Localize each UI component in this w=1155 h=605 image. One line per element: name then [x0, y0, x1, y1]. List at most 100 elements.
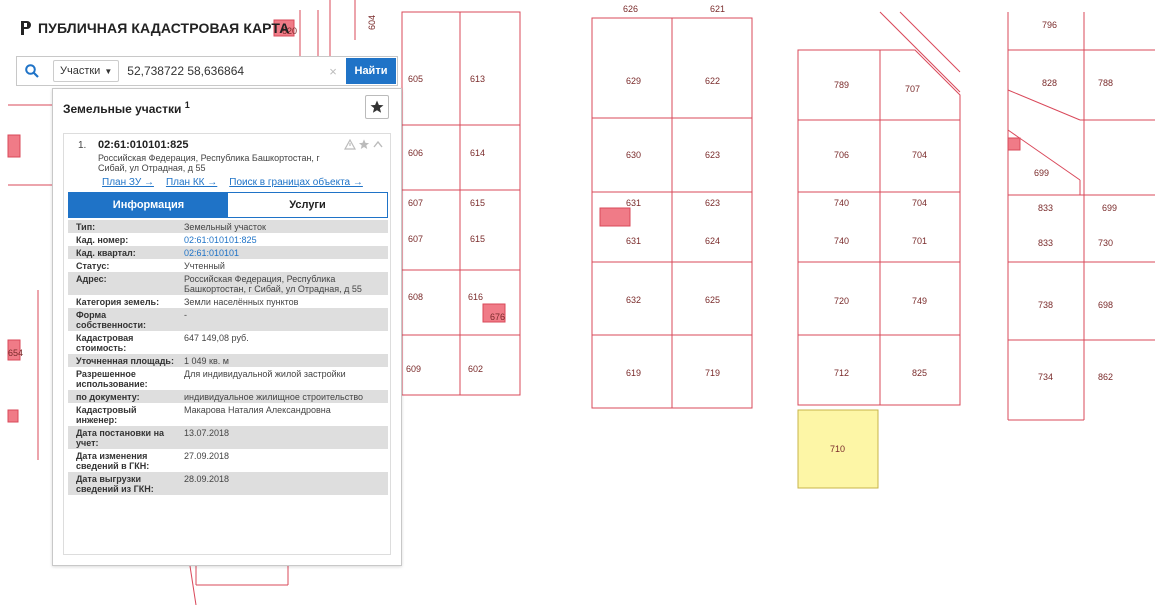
attribute-key: Статус: [76, 261, 110, 271]
result-index: 1. [78, 140, 87, 151]
parcel-label: 734 [1038, 372, 1053, 382]
red-block[interactable] [1007, 137, 1021, 151]
red-block[interactable] [599, 207, 631, 227]
attribute-key: Тип: [76, 222, 96, 232]
attribute-row: Уточненная площадь: 1 049 кв. м [68, 354, 388, 367]
attribute-value: 1 049 кв. м [184, 356, 229, 366]
search-bar: Участки ▼ × Найти [16, 56, 398, 86]
parcel-boundary [879, 11, 961, 93]
search-input[interactable] [119, 59, 326, 83]
parcel-label: 796 [1042, 20, 1057, 30]
parcel-label: 626 [623, 4, 638, 14]
tab-services[interactable]: Услуги [228, 193, 387, 217]
parcel-label: 631 [626, 198, 641, 208]
parcel-label: 604 [367, 15, 377, 30]
parcel-label: 738 [1038, 300, 1053, 310]
parcel-label: 631 [626, 236, 641, 246]
parcel-label: 833 [1038, 238, 1053, 248]
attribute-value: Земельный участок [184, 222, 266, 232]
parcel-label: 699 [1034, 168, 1049, 178]
attribute-value[interactable]: 02:61:010101 [180, 246, 388, 259]
parcel-label: 704 [912, 150, 927, 160]
clear-icon[interactable]: × [326, 64, 340, 79]
panel-heading-text: Земельные участки [63, 102, 182, 116]
red-block[interactable] [7, 409, 19, 423]
attribute-key: по документу: [76, 392, 140, 402]
warning-icon[interactable] [344, 139, 356, 150]
result-count: 1 [184, 100, 190, 110]
panel-heading: Земельные участки 1 [63, 100, 190, 116]
parcel-label: 629 [626, 76, 641, 86]
parcel-label: 625 [705, 295, 720, 305]
app-header: ПУБЛИЧНАЯ КАДАСТРОВАЯ КАРТА [18, 17, 289, 39]
parcel-label: 615 [470, 198, 485, 208]
chevron-down-icon: ▼ [104, 66, 113, 76]
attribute-row: Тип: Земельный участок [68, 220, 388, 233]
parcel-label: 609 [406, 364, 421, 374]
parcel-label: 614 [470, 148, 485, 158]
parcel-label: 699 [1102, 203, 1117, 213]
attribute-value: Учтенный [184, 261, 225, 271]
parcel-label: 624 [705, 236, 720, 246]
parcel-boundary [189, 565, 197, 605]
attribute-key: Кадастровый инженер: [76, 405, 137, 425]
result-actions [344, 139, 384, 150]
chevron-up-icon[interactable] [372, 139, 384, 150]
attribute-key: Дата изменения сведений в ГКН: [76, 451, 150, 471]
parcel[interactable] [797, 49, 961, 406]
attribute-row: Статус: Учтенный [68, 259, 388, 272]
attribute-value: 27.09.2018 [184, 451, 230, 461]
attribute-value: Для индивидуальной жилой застройки [184, 369, 346, 379]
result-cadnum[interactable]: 02:61:010101:825 [98, 139, 189, 151]
search-icon[interactable] [17, 57, 47, 85]
plan-kk-link[interactable]: План КК → [166, 177, 217, 188]
results-panel: Земельные участки 1 1. 02:61:010101:825 … [52, 88, 402, 566]
result-card[interactable]: 1. 02:61:010101:825 Российская Федерация… [63, 133, 391, 555]
attribute-row: Разрешенное использование: Для индивидуал… [68, 367, 388, 390]
attribute-value: - [184, 310, 187, 320]
attribute-table: Тип: Земельный участок Кад. номер: 02:61:01… [68, 220, 388, 495]
attribute-row: Кад. номер: 02:61:010101:825 [68, 233, 388, 246]
panel-header: Земельные участки 1 [53, 89, 401, 124]
parcel-label: 704 [912, 198, 927, 208]
parcel-label: 615 [470, 234, 485, 244]
result-links: План ЗУ → План КК → Поиск в границах объ… [102, 177, 363, 188]
search-type-select[interactable]: Участки ▼ [53, 60, 120, 82]
plan-zu-link[interactable]: План ЗУ → [102, 177, 154, 188]
parcel-label: 730 [1098, 238, 1113, 248]
parcel-label: 710 [830, 444, 845, 454]
attribute-row: Дата выгрузки сведений из ГКН: 28.09.2018 [68, 472, 388, 495]
attribute-key: Категория земель: [76, 297, 160, 307]
find-button[interactable]: Найти [346, 58, 396, 84]
attribute-row: Категория земель: Земли населённых пункто… [68, 295, 388, 308]
search-within-object-link[interactable]: Поиск в границах объекта → [229, 177, 363, 188]
parcel-label: 719 [705, 368, 720, 378]
attribute-row: Дата постановки на учет: 13.07.2018 [68, 426, 388, 449]
red-block[interactable] [7, 134, 21, 158]
favorites-button[interactable] [365, 95, 389, 119]
parcel-label: 622 [705, 76, 720, 86]
info-tabs: Информация Услуги [68, 192, 388, 218]
attribute-key: Адрес: [76, 274, 107, 284]
parcel-label: 602 [468, 364, 483, 374]
attribute-value: 28.09.2018 [184, 474, 230, 484]
star-icon[interactable] [358, 139, 370, 150]
parcel-label: 862 [1098, 372, 1113, 382]
star-icon [370, 100, 384, 113]
attribute-row: Адрес: Российская Федерация, Республика Б… [68, 272, 388, 295]
parcel-label: 623 [705, 150, 720, 160]
parcel-label: 707 [905, 84, 920, 94]
attribute-key: Кад. номер: [76, 235, 129, 245]
attribute-value[interactable]: 02:61:010101:825 [180, 233, 388, 246]
tab-information[interactable]: Информация [69, 193, 228, 217]
parcel-label: 630 [626, 150, 641, 160]
parcel-boundary [1007, 89, 1081, 121]
parcel-label: 613 [470, 74, 485, 84]
parcel-label: 740 [834, 236, 849, 246]
attribute-value: 13.07.2018 [184, 428, 230, 438]
attribute-value: 647 149,08 руб. [184, 333, 249, 343]
attribute-value: Российская Федерация, Республика Башкорт… [184, 274, 362, 294]
attribute-row: по документу: индивидуальное жилищное стр… [68, 390, 388, 403]
attribute-row: Форма собственности: - [68, 308, 388, 331]
attribute-value: индивидуальное жилищное строительство [184, 392, 364, 402]
